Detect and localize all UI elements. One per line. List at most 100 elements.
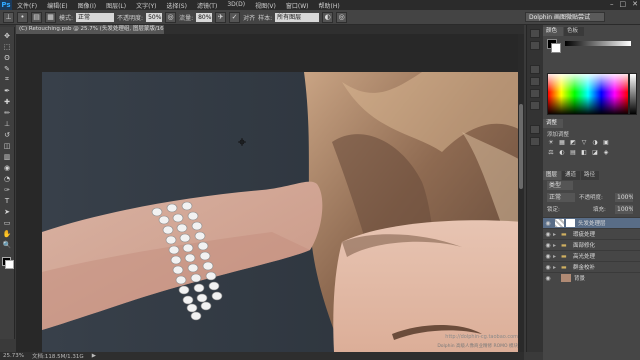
history-brush-icon[interactable]: ↺ bbox=[2, 130, 12, 139]
eyedropper-icon[interactable]: ✒ bbox=[2, 86, 12, 95]
chevron-right-icon[interactable]: ▸ bbox=[553, 231, 561, 238]
opacity-field[interactable]: 50% bbox=[146, 12, 163, 22]
info-panel-icon[interactable] bbox=[530, 77, 540, 86]
mode-select[interactable]: 正常 bbox=[76, 12, 115, 22]
menu-item-2[interactable]: 图像(I) bbox=[73, 1, 101, 10]
clone-stamp-icon[interactable]: ⊥ bbox=[2, 119, 12, 128]
blur-icon[interactable]: ◉ bbox=[2, 163, 12, 172]
adjustment-icon-11[interactable]: ◈ bbox=[602, 149, 610, 156]
eye-icon[interactable]: ◉ bbox=[543, 220, 553, 227]
menu-item-1[interactable]: 编辑(E) bbox=[42, 1, 72, 10]
chevron-right-icon[interactable]: ▸ bbox=[553, 253, 561, 260]
airbrush-icon[interactable]: ✈ bbox=[215, 11, 227, 23]
aligned-checkbox[interactable]: ✓ bbox=[229, 11, 241, 23]
blend-mode-select[interactable]: 正常 bbox=[547, 193, 575, 202]
layer-row[interactable]: ◉ 背景 bbox=[543, 272, 640, 283]
menu-item-9[interactable]: 窗口(W) bbox=[281, 1, 314, 10]
close-icon[interactable]: ✕ bbox=[632, 0, 638, 8]
layer-row[interactable]: ◉ ▸ ▬ 面部修化 bbox=[543, 239, 640, 250]
brush-icon[interactable]: ✏ bbox=[2, 108, 12, 117]
move-icon[interactable]: ✥ bbox=[2, 31, 12, 40]
scrollbar-thumb[interactable] bbox=[519, 104, 523, 189]
gray-spectrum[interactable] bbox=[629, 73, 637, 115]
path-select-icon[interactable]: ➤ bbox=[2, 207, 12, 216]
vertical-scrollbar[interactable] bbox=[518, 34, 524, 352]
eraser-icon[interactable]: ◫ bbox=[2, 141, 12, 150]
quick-select-icon[interactable]: ✎ bbox=[2, 64, 12, 73]
adjustment-icon-0[interactable]: ☀ bbox=[547, 139, 555, 146]
tab-color[interactable]: 颜色 bbox=[543, 27, 563, 36]
gray-ramp[interactable] bbox=[565, 41, 631, 46]
eye-icon[interactable]: ◉ bbox=[543, 242, 553, 249]
pen-icon[interactable]: ✑ bbox=[2, 185, 12, 194]
adjustment-icon-7[interactable]: ◐ bbox=[558, 149, 566, 156]
eye-icon[interactable]: ◉ bbox=[543, 275, 553, 282]
tab-paths[interactable]: 路径 bbox=[581, 171, 599, 180]
clone-source-panel-icon[interactable] bbox=[530, 137, 540, 146]
eye-icon[interactable]: ◉ bbox=[543, 231, 553, 238]
shape-icon[interactable]: ▭ bbox=[2, 218, 12, 227]
ignore-adjustment-icon[interactable]: ◐ bbox=[322, 11, 334, 23]
pressure-size-icon[interactable]: ◎ bbox=[336, 11, 348, 23]
hand-icon[interactable]: ✋ bbox=[2, 229, 12, 238]
sample-select[interactable]: 所有图层 bbox=[275, 12, 320, 22]
paragraph-panel-icon[interactable] bbox=[530, 101, 540, 110]
minimize-icon[interactable]: – bbox=[610, 0, 614, 8]
menu-item-4[interactable]: 文字(Y) bbox=[131, 1, 161, 10]
layer-row[interactable]: ◉ ▸ ▬ 瑕疵处理 bbox=[543, 228, 640, 239]
layer-opacity-field[interactable]: 100% bbox=[615, 193, 633, 202]
zoom-icon[interactable]: 🔍 bbox=[2, 240, 12, 249]
maximize-icon[interactable]: □ bbox=[620, 0, 627, 8]
type-icon[interactable]: T bbox=[2, 196, 12, 205]
chevron-right-icon[interactable]: ▸ bbox=[553, 264, 561, 271]
menu-item-8[interactable]: 视图(V) bbox=[250, 1, 281, 10]
lasso-icon[interactable]: ʘ bbox=[2, 53, 12, 62]
layer-row[interactable]: ◉ ▸ ▬ 高光处理 bbox=[543, 250, 640, 261]
document-image[interactable] bbox=[42, 72, 524, 352]
marquee-icon[interactable]: ⬚ bbox=[2, 42, 12, 51]
layer-thumbnail[interactable] bbox=[561, 274, 571, 282]
menu-item-3[interactable]: 图层(L) bbox=[101, 1, 131, 10]
eye-icon[interactable]: ◉ bbox=[543, 253, 553, 260]
adjustment-icon-9[interactable]: ◧ bbox=[580, 149, 588, 156]
tab-adjustments[interactable]: 调整 bbox=[543, 119, 563, 128]
adjustment-icon-3[interactable]: ▽ bbox=[580, 139, 588, 146]
layer-row[interactable]: ◉ ▸ ▬ 群金校补 bbox=[543, 261, 640, 272]
zoom-level[interactable]: 25.73% bbox=[3, 353, 24, 359]
crop-icon[interactable]: ⌗ bbox=[2, 75, 12, 84]
color-spectrum[interactable] bbox=[547, 73, 629, 115]
pressure-opacity-icon[interactable]: ◎ bbox=[165, 11, 177, 23]
layer-kind-filter[interactable]: 类型 bbox=[547, 181, 573, 190]
eye-icon[interactable]: ◉ bbox=[543, 264, 553, 271]
chevron-right-icon[interactable]: ▸ bbox=[553, 242, 561, 249]
status-arrow-icon[interactable]: ▶ bbox=[92, 353, 96, 359]
adjustment-icon-1[interactable]: ▦ bbox=[558, 139, 566, 146]
healing-icon[interactable]: ✚ bbox=[2, 97, 12, 106]
history-panel-icon[interactable] bbox=[530, 29, 540, 38]
canvas-area[interactable] bbox=[16, 34, 524, 352]
background-swatch[interactable] bbox=[551, 43, 561, 53]
gradient-icon[interactable]: ▥ bbox=[2, 152, 12, 161]
tab-layers[interactable]: 图层 bbox=[543, 171, 561, 180]
menu-item-6[interactable]: 滤镜(T) bbox=[192, 1, 222, 10]
brush-panel-icon[interactable] bbox=[530, 125, 540, 134]
menu-item-5[interactable]: 选择(S) bbox=[161, 1, 192, 10]
workspace-select[interactable]: Dolphin 画图微贴尝试 bbox=[525, 12, 605, 22]
fill-field[interactable]: 100% bbox=[615, 205, 633, 214]
brush-preset-icon[interactable]: • bbox=[17, 11, 28, 23]
adjustment-icon-5[interactable]: ▣ bbox=[602, 139, 610, 146]
menu-item-7[interactable]: 3D(D) bbox=[222, 1, 250, 10]
document-tab[interactable]: (C) Retouching.psb @ 25.7% (头发处理组, 图层蒙版/… bbox=[16, 25, 164, 34]
adjustment-icon-8[interactable]: ▤ bbox=[569, 149, 577, 156]
actions-panel-icon[interactable] bbox=[530, 65, 540, 74]
tab-swatches[interactable]: 色板 bbox=[564, 27, 584, 36]
dodge-icon[interactable]: ◔ bbox=[2, 174, 12, 183]
adjustment-icon-2[interactable]: ◩ bbox=[569, 139, 577, 146]
character-panel-icon[interactable] bbox=[530, 89, 540, 98]
adjustment-icon-10[interactable]: ◪ bbox=[591, 149, 599, 156]
adjustment-icon-6[interactable]: ⚖ bbox=[547, 149, 555, 156]
adjustment-icon-4[interactable]: ◑ bbox=[591, 139, 599, 146]
layer-row[interactable]: ◉ 头发处理层 bbox=[543, 217, 640, 228]
mask-thumbnail[interactable] bbox=[566, 219, 575, 227]
menu-item-10[interactable]: 帮助(H) bbox=[314, 1, 345, 10]
